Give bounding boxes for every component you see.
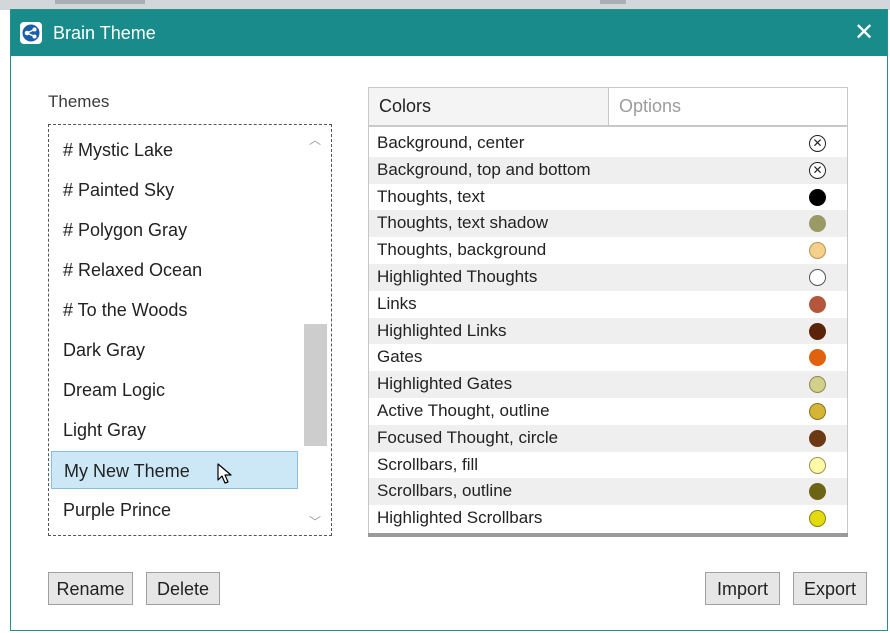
scroll-thumb[interactable] bbox=[304, 324, 327, 446]
title-bar[interactable]: Brain Theme ✕ bbox=[11, 10, 887, 56]
color-swatch[interactable] bbox=[809, 429, 826, 447]
color-label: Highlighted Gates bbox=[377, 374, 513, 394]
color-swatch[interactable] bbox=[809, 483, 826, 501]
theme-item[interactable]: Dark Gray bbox=[51, 331, 298, 369]
color-label: Background, center bbox=[377, 133, 525, 152]
delete-button[interactable]: Delete bbox=[146, 572, 220, 605]
theme-item[interactable]: # Painted Sky bbox=[51, 171, 298, 209]
color-swatch[interactable] bbox=[809, 403, 826, 420]
color-row[interactable]: Links bbox=[369, 291, 847, 318]
color-swatch[interactable] bbox=[809, 242, 826, 260]
theme-item[interactable]: # Mystic Lake bbox=[51, 131, 298, 169]
color-row[interactable]: Thoughts, text shadow bbox=[369, 210, 847, 238]
color-row[interactable]: Highlighted Links bbox=[369, 317, 847, 345]
color-swatch[interactable] bbox=[809, 215, 826, 233]
tab-colors[interactable]: Colors bbox=[369, 88, 609, 125]
color-swatch[interactable] bbox=[809, 322, 826, 340]
color-swatch[interactable] bbox=[809, 456, 826, 474]
import-button[interactable]: Import bbox=[705, 572, 780, 605]
color-label: Thoughts, background bbox=[377, 240, 547, 260]
window-title: Brain Theme bbox=[53, 23, 156, 43]
rename-button[interactable]: Rename bbox=[48, 572, 133, 605]
color-label: Highlighted Thoughts bbox=[377, 267, 538, 286]
chevron-down-icon[interactable]: ﹀ bbox=[301, 510, 329, 534]
theme-item[interactable]: Dream Logic bbox=[51, 371, 298, 409]
color-row[interactable]: Highlighted Gates bbox=[369, 371, 847, 398]
theme-item-label: Light Gray bbox=[63, 420, 147, 440]
color-swatch[interactable] bbox=[809, 349, 826, 367]
theme-item-selected[interactable]: My New Theme bbox=[51, 451, 298, 489]
theme-item[interactable]: # To the Woods bbox=[51, 291, 298, 329]
color-row[interactable]: Highlighted Scrollbars bbox=[369, 505, 847, 532]
theme-item-label: # Painted Sky bbox=[63, 180, 175, 200]
color-label: Active Thought, outline bbox=[377, 401, 550, 420]
background-fragment bbox=[600, 0, 626, 4]
close-icon[interactable]: ✕ bbox=[841, 10, 887, 56]
no-color-icon[interactable]: ✕ bbox=[809, 135, 826, 152]
color-label: Thoughts, text bbox=[377, 186, 485, 206]
theme-item[interactable]: # Relaxed Ocean bbox=[51, 251, 298, 289]
theme-item-label: Dream Logic bbox=[63, 380, 166, 400]
color-label: Scrollbars, fill bbox=[377, 454, 479, 474]
background-fragment bbox=[55, 0, 145, 4]
color-row[interactable]: Focused Thought, circle bbox=[369, 424, 847, 452]
color-row[interactable]: Background, top and bottom ✕ bbox=[369, 156, 847, 184]
color-swatch[interactable] bbox=[809, 188, 826, 206]
brain-theme-dialog: Brain Theme ✕ Themes # Mystic Lake # Pai… bbox=[10, 9, 888, 631]
color-row[interactable]: Thoughts, background bbox=[369, 237, 847, 264]
color-row[interactable]: Background, center ✕ bbox=[369, 130, 847, 157]
theme-item[interactable]: # Polygon Gray bbox=[51, 211, 298, 249]
theme-item-label: # Relaxed Ocean bbox=[63, 260, 203, 280]
color-row[interactable]: Highlighted Thoughts bbox=[369, 264, 847, 291]
tab-options[interactable]: Options bbox=[609, 88, 847, 125]
color-label: Highlighted Links bbox=[377, 320, 507, 340]
theme-item-label: Dark Gray bbox=[63, 340, 146, 360]
brain-app-icon bbox=[20, 22, 42, 44]
color-row[interactable]: Thoughts, text bbox=[369, 184, 847, 211]
themes-label: Themes bbox=[48, 92, 110, 111]
color-label: Gates bbox=[377, 347, 423, 367]
themes-list[interactable]: # Mystic Lake # Painted Sky # Polygon Gr… bbox=[48, 124, 332, 536]
color-swatch[interactable] bbox=[809, 295, 826, 313]
color-label: Scrollbars, outline bbox=[377, 481, 513, 501]
theme-item[interactable]: Purple Prince bbox=[51, 491, 298, 529]
color-row[interactable]: Active Thought, outline bbox=[369, 398, 847, 425]
color-label: Focused Thought, circle bbox=[377, 427, 559, 447]
theme-item-label: # Polygon Gray bbox=[63, 220, 188, 240]
tab-bar: Colors Options bbox=[368, 87, 848, 126]
no-color-icon[interactable]: ✕ bbox=[809, 161, 826, 179]
color-label: Thoughts, text shadow bbox=[377, 213, 549, 233]
chevron-up-icon[interactable]: ︿ bbox=[301, 128, 329, 152]
color-label: Highlighted Scrollbars bbox=[377, 508, 543, 528]
theme-item[interactable]: Light Gray bbox=[51, 411, 298, 449]
colors-list: Background, center ✕ Background, top and … bbox=[368, 126, 848, 537]
color-row[interactable]: Scrollbars, outline bbox=[369, 478, 847, 506]
color-row[interactable]: Gates bbox=[369, 344, 847, 371]
export-button[interactable]: Export bbox=[793, 572, 867, 605]
color-label: Background, top and bottom bbox=[377, 159, 591, 179]
color-label: Links bbox=[377, 293, 417, 313]
color-swatch[interactable] bbox=[809, 269, 826, 286]
color-swatch[interactable] bbox=[809, 510, 826, 528]
themes-scrollbar[interactable]: ︿ ﹀ bbox=[301, 126, 329, 534]
color-swatch[interactable] bbox=[809, 376, 826, 394]
theme-item-label: My New Theme bbox=[64, 461, 190, 481]
color-row[interactable]: Scrollbars, fill bbox=[369, 452, 847, 479]
panel-bottom-border bbox=[368, 533, 848, 537]
theme-item-label: # To the Woods bbox=[63, 300, 188, 320]
theme-item-label: Purple Prince bbox=[63, 500, 172, 520]
theme-item-label: # Mystic Lake bbox=[63, 140, 174, 160]
